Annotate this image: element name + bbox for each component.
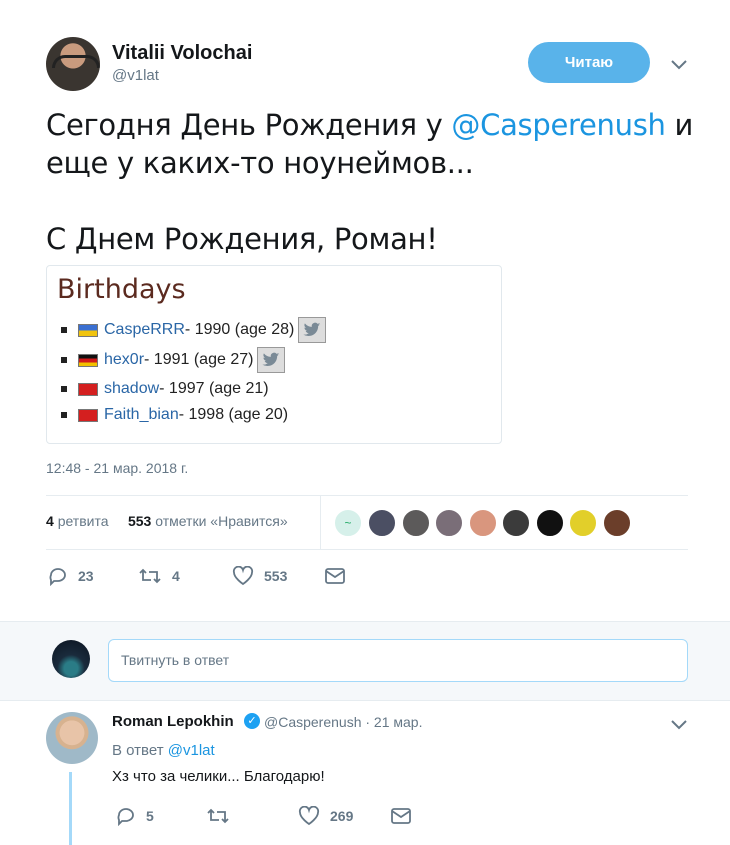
bullet-icon bbox=[61, 386, 67, 392]
list-item: Faith_bian - 1998 (age 20) bbox=[61, 404, 288, 426]
tweet-text: Сегодня День Рождения у @Casperenush и е… bbox=[46, 106, 706, 258]
tweet-timestamp[interactable]: 12:48 - 21 мар. 2018 г. bbox=[46, 460, 188, 476]
reply-button[interactable]: 23 bbox=[48, 566, 94, 586]
chevron-down-icon[interactable] bbox=[668, 53, 690, 75]
liker-avatar[interactable]: ~ bbox=[334, 509, 362, 537]
reply-author-avatar[interactable] bbox=[46, 712, 98, 764]
reply-icon bbox=[117, 808, 134, 826]
china-flag-icon bbox=[78, 408, 98, 422]
list-item: hex0r - 1991 (age 27) bbox=[61, 347, 286, 373]
china-flag-icon bbox=[78, 382, 98, 396]
retweet-button[interactable] bbox=[206, 806, 240, 826]
retweet-button[interactable]: 4 bbox=[138, 566, 180, 586]
direct-message-button[interactable] bbox=[390, 806, 422, 826]
tweet-text-line2: С Днем Рождения, Роман! bbox=[46, 222, 438, 256]
like-button[interactable]: 269 bbox=[298, 806, 353, 826]
reply-meta[interactable]: @Casperenush · 21 мар. bbox=[264, 714, 422, 730]
author-name[interactable]: Vitalii Volochai bbox=[112, 42, 252, 65]
following-button[interactable]: Читаю bbox=[528, 42, 650, 83]
heart-icon bbox=[298, 806, 320, 826]
chevron-down-icon[interactable] bbox=[668, 713, 690, 735]
direct-message-button[interactable] bbox=[324, 566, 356, 586]
list-item: shadow - 1997 (age 21) bbox=[61, 378, 269, 400]
reply-icon bbox=[49, 568, 66, 586]
verified-badge-icon: ✓ bbox=[244, 713, 260, 729]
reply-input[interactable]: Твитнуть в ответ bbox=[108, 639, 688, 682]
player-link[interactable]: Faith_bian bbox=[104, 406, 179, 424]
reply-button[interactable]: 5 bbox=[116, 806, 154, 826]
divider bbox=[46, 549, 688, 550]
liker-avatar[interactable] bbox=[402, 509, 430, 537]
liker-avatar[interactable] bbox=[469, 509, 497, 537]
liker-avatar[interactable] bbox=[502, 509, 530, 537]
reply-author-name[interactable]: Roman Lepokhin bbox=[112, 713, 234, 730]
list-item: CaspeRRR - 1990 (age 28) bbox=[61, 317, 327, 343]
like-button[interactable]: 553 bbox=[232, 566, 287, 586]
player-link[interactable]: CaspeRRR bbox=[104, 321, 185, 339]
reply-text: Хз что за челики... Благодарю! bbox=[112, 768, 325, 785]
bullet-icon bbox=[61, 357, 67, 363]
twitter-icon[interactable] bbox=[257, 347, 286, 373]
liker-avatar[interactable] bbox=[569, 509, 597, 537]
envelope-icon bbox=[325, 568, 345, 584]
likes-label[interactable]: отметки «Нравится» bbox=[155, 513, 287, 529]
bullet-icon bbox=[61, 412, 67, 418]
bullet-icon bbox=[61, 327, 67, 333]
liker-avatar[interactable] bbox=[368, 509, 396, 537]
author-avatar[interactable] bbox=[46, 37, 100, 91]
player-link[interactable]: shadow bbox=[104, 380, 159, 398]
retweets-label[interactable]: ретвита bbox=[58, 513, 109, 529]
heart-icon bbox=[232, 566, 254, 586]
germany-flag-icon bbox=[78, 353, 98, 367]
liker-avatar[interactable] bbox=[536, 509, 564, 537]
birthdays-card: Birthdays CaspeRRR - 1990 (age 28) hex0r… bbox=[46, 265, 502, 444]
envelope-icon bbox=[391, 808, 411, 824]
twitter-icon[interactable] bbox=[298, 317, 327, 343]
liker-avatar[interactable] bbox=[603, 509, 631, 537]
divider bbox=[46, 495, 688, 496]
retweets-count[interactable]: 4 bbox=[46, 513, 54, 529]
retweet-icon bbox=[139, 568, 161, 584]
retweet-icon bbox=[207, 808, 229, 824]
author-handle[interactable]: @v1lat bbox=[112, 67, 159, 84]
liker-avatar[interactable] bbox=[435, 509, 463, 537]
likes-count[interactable]: 553 bbox=[128, 513, 151, 529]
reply-to-handle[interactable]: @v1lat bbox=[168, 742, 215, 759]
stats-divider bbox=[320, 495, 321, 549]
current-user-avatar[interactable] bbox=[52, 640, 90, 678]
mention-link[interactable]: @Casperenush bbox=[451, 108, 665, 142]
tweet-stats: 4 ретвита 553 отметки «Нравится» bbox=[46, 513, 288, 529]
ukraine-flag-icon bbox=[78, 323, 98, 337]
card-title: Birthdays bbox=[57, 274, 186, 305]
reply-to-line: В ответ @v1lat bbox=[112, 742, 215, 759]
player-link[interactable]: hex0r bbox=[104, 351, 144, 369]
thread-line bbox=[69, 772, 72, 845]
